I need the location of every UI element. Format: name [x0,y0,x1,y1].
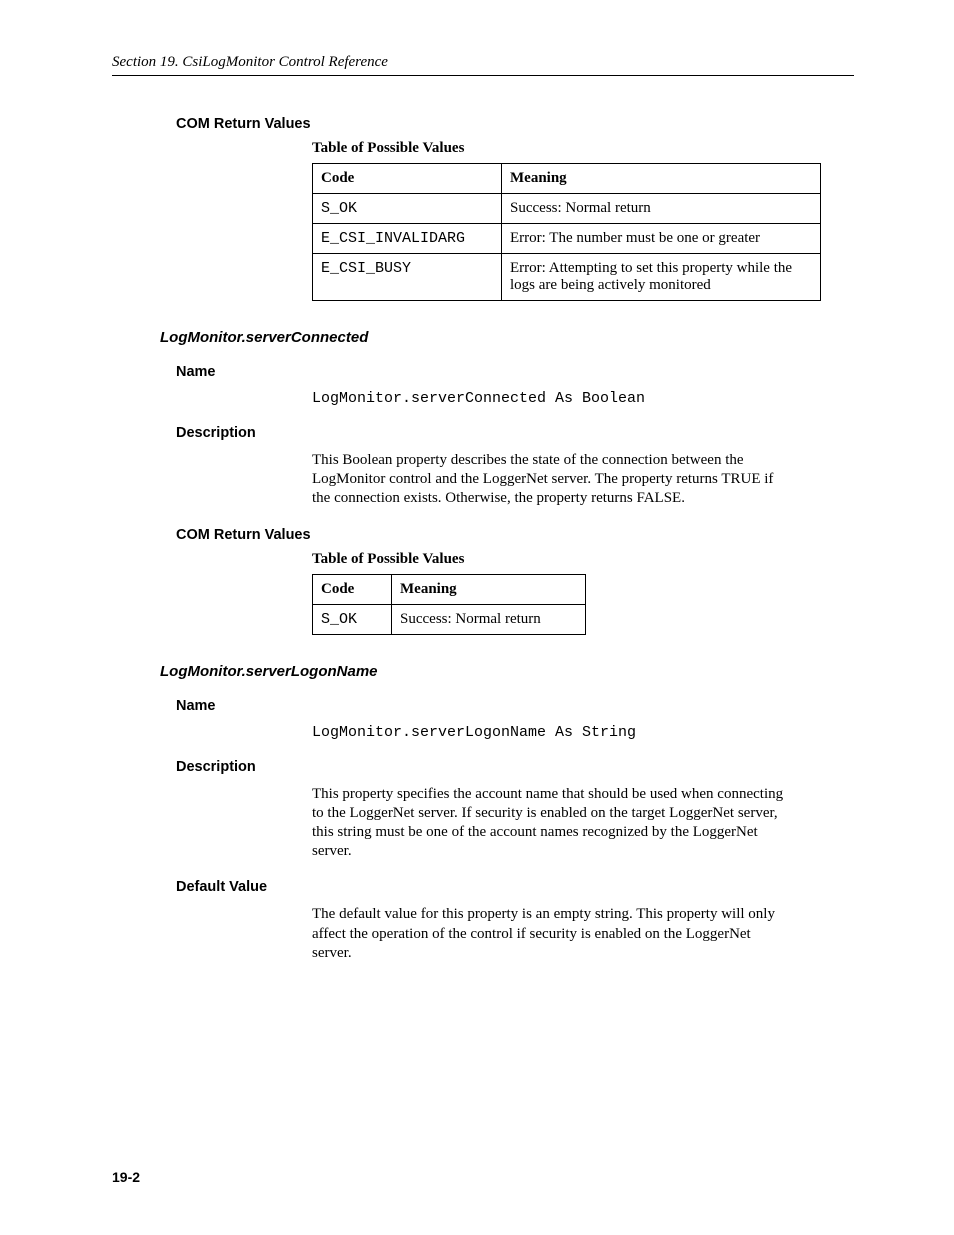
cell-meaning: Error: Attempting to set this property w… [502,254,821,301]
name-value-1: LogMonitor.serverConnected As Boolean [312,390,854,407]
table-row: E_CSI_INVALIDARG Error: The number must … [313,224,821,254]
table-header-row: Code Meaning [313,164,821,194]
default-value-text: The default value for this property is a… [312,905,794,963]
heading-com-return-values-2: COM Return Values [176,527,854,543]
section-title-serverconnected: LogMonitor.serverConnected [160,329,854,346]
cell-code: E_CSI_INVALIDARG [313,224,502,254]
table-possible-values-2: Code Meaning S_OK Success: Normal return [312,574,586,635]
th-code: Code [313,574,392,604]
page: Section 19. CsiLogMonitor Control Refere… [0,0,954,1235]
heading-name-1: Name [176,364,854,380]
table-row: S_OK Success: Normal return [313,194,821,224]
cell-code: S_OK [313,604,392,634]
table-possible-values-1: Code Meaning S_OK Success: Normal return… [312,163,821,301]
table-caption-2: Table of Possible Values [312,551,854,568]
table-header-row: Code Meaning [313,574,586,604]
description-text-2: This property specifies the account name… [312,785,794,862]
cell-meaning: Success: Normal return [502,194,821,224]
cell-code: E_CSI_BUSY [313,254,502,301]
table-caption-1: Table of Possible Values [312,140,854,157]
heading-com-return-values-1: COM Return Values [176,116,854,132]
cell-meaning: Error: The number must be one or greater [502,224,821,254]
cell-code: S_OK [313,194,502,224]
page-number: 19-2 [112,1169,140,1185]
heading-description-1: Description [176,425,854,441]
section-title-serverlogonname: LogMonitor.serverLogonName [160,663,854,680]
table-row: S_OK Success: Normal return [313,604,586,634]
th-code: Code [313,164,502,194]
th-meaning: Meaning [392,574,586,604]
name-value-2: LogMonitor.serverLogonName As String [312,724,854,741]
heading-description-2: Description [176,759,854,775]
table-row: E_CSI_BUSY Error: Attempting to set this… [313,254,821,301]
description-text-1: This Boolean property describes the stat… [312,451,794,509]
cell-meaning: Success: Normal return [392,604,586,634]
heading-name-2: Name [176,698,854,714]
heading-default-value: Default Value [176,879,854,895]
th-meaning: Meaning [502,164,821,194]
running-head: Section 19. CsiLogMonitor Control Refere… [112,54,854,76]
